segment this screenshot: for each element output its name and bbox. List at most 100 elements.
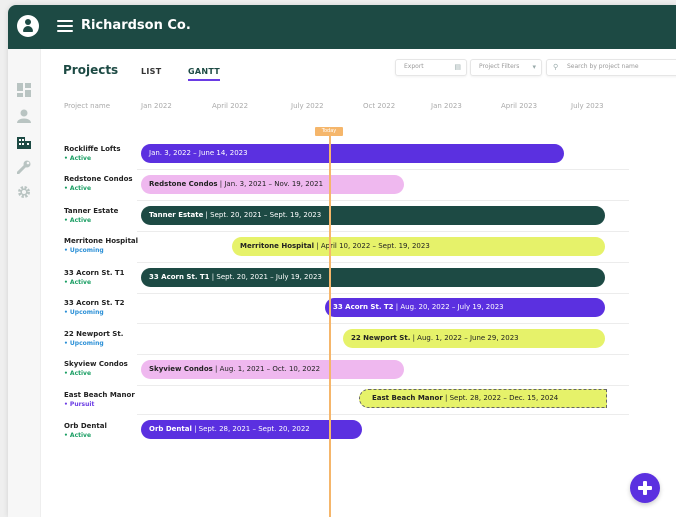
status-label: • Active: [64, 217, 92, 224]
project-filters-label: Project Filters: [479, 63, 520, 70]
app-window: Richardson Co. Projects LIST GANTT Expor…: [8, 5, 676, 517]
bar-project-name: 33 Acorn St. T2: [333, 303, 394, 311]
project-row-label[interactable]: Orb Dental • Active: [64, 422, 107, 439]
project-name: Tanner Estate: [64, 207, 119, 215]
gear-icon[interactable]: [17, 184, 31, 198]
project-row-label[interactable]: 33 Acorn St. T1 • Active: [64, 269, 125, 286]
user-icon[interactable]: [17, 108, 31, 123]
status-label: • Active: [64, 432, 92, 439]
project-filters-dropdown[interactable]: Project Filters ▾: [470, 59, 542, 76]
timeline-label: Oct 2022: [363, 102, 396, 110]
project-row-label[interactable]: East Beach Manor • Pursuit: [64, 391, 135, 408]
search-placeholder: Search by project name: [567, 63, 639, 70]
timeline-label: April 2022: [212, 102, 249, 110]
gantt-bar[interactable]: Tanner Estate | Sept. 20, 2021 – Sept. 1…: [141, 206, 605, 225]
status-label: • Upcoming: [64, 309, 104, 316]
gantt-bar[interactable]: Skyview Condos | Aug. 1, 2021 – Oct. 10,…: [141, 360, 404, 379]
timeline-label: Jan 2023: [431, 102, 462, 110]
tab-gantt[interactable]: GANTT: [188, 67, 221, 81]
bar-dates: | Aug. 1, 2021 – Oct. 10, 2022: [212, 365, 321, 373]
company-name: Richardson Co.: [81, 18, 191, 33]
dashboard-icon[interactable]: [17, 82, 31, 97]
timeline-label: July 2022: [291, 102, 324, 110]
menu-icon[interactable]: [57, 20, 73, 33]
project-row-label[interactable]: Redstone Condos • Active: [64, 175, 133, 192]
status-label: • Active: [64, 279, 92, 286]
project-name: East Beach Manor: [64, 391, 135, 399]
tab-list[interactable]: LIST: [141, 67, 162, 76]
gantt-bar[interactable]: 22 Newport St. | Aug. 1, 2022 – June 29,…: [343, 329, 605, 348]
project-row-label[interactable]: 33 Acorn St. T2 • Upcoming: [64, 299, 125, 316]
status-label: • Active: [64, 155, 92, 162]
page-toolbar: Projects LIST GANTT Export ▤ Project Fil…: [41, 49, 676, 91]
bar-dates: | Sept. 20, 2021 – Sept. 19, 2023: [203, 211, 322, 219]
project-name: 22 Newport St.: [64, 330, 124, 338]
bar-dates: | Sept. 28, 2022 – Dec. 15, 2024: [442, 394, 559, 402]
row-divider: [137, 414, 629, 415]
filter-icon: ▾: [532, 63, 536, 71]
project-row-label[interactable]: Tanner Estate • Active: [64, 207, 118, 224]
timeline-label: Jan 2022: [141, 102, 172, 110]
row-divider: [137, 354, 629, 355]
row-divider: [137, 262, 629, 263]
row-divider: [137, 169, 629, 170]
gantt-bar[interactable]: Jan. 3, 2022 – June 14, 2023: [141, 144, 564, 163]
row-divider: [137, 323, 629, 324]
project-row-label[interactable]: Merritone Hospital • Upcoming: [64, 237, 138, 254]
today-marker-label: Today: [315, 127, 343, 136]
document-icon: ▤: [454, 63, 461, 71]
bar-project-name: Merritone Hospital: [240, 242, 315, 250]
plus-icon-vertical: [643, 481, 647, 495]
company-logo-icon[interactable]: [17, 15, 39, 37]
status-label: • Active: [64, 185, 92, 192]
bar-dates: | April 10, 2022 – Sept. 19, 2023: [314, 242, 430, 250]
gantt-bar[interactable]: Merritone Hospital | April 10, 2022 – Se…: [232, 237, 605, 256]
search-icon: ⚲: [553, 63, 559, 71]
project-name: Redstone Condos: [64, 175, 133, 183]
bar-project-name: Redstone Condos: [149, 180, 218, 188]
row-divider: [137, 293, 629, 294]
export-button[interactable]: Export ▤: [395, 59, 467, 76]
bar-project-name: Orb Dental: [149, 425, 192, 433]
top-header: Richardson Co.: [8, 5, 676, 49]
project-name-column-header: Project name: [64, 102, 111, 110]
export-label: Export: [404, 63, 424, 70]
bar-project-name: 22 Newport St.: [351, 334, 411, 342]
row-divider: [137, 231, 629, 232]
row-divider: [137, 385, 629, 386]
building-icon[interactable]: [17, 134, 31, 149]
project-row-label[interactable]: Skyview Condos • Active: [64, 360, 128, 377]
wrench-icon[interactable]: [16, 159, 31, 175]
project-name: Skyview Condos: [64, 360, 128, 368]
bar-dates: Jan. 3, 2022 – June 14, 2023: [149, 149, 248, 157]
project-row-label[interactable]: Rockliffe Lofts • Active: [64, 145, 121, 162]
gantt-bar[interactable]: East Beach Manor | Sept. 28, 2022 – Dec.…: [359, 389, 607, 408]
bar-project-name: Tanner Estate: [149, 211, 204, 219]
timeline-label: April 2023: [501, 102, 538, 110]
today-marker-line: [329, 131, 331, 517]
bar-dates: | Jan. 3, 2021 – Nov. 19, 2021: [217, 180, 324, 188]
add-project-button[interactable]: [630, 473, 660, 503]
bar-project-name: 33 Acorn St. T1: [149, 273, 210, 281]
project-name: 33 Acorn St. T2: [64, 299, 125, 307]
status-label: • Pursuit: [64, 401, 95, 408]
search-input[interactable]: ⚲ Search by project name: [546, 59, 676, 76]
bar-dates: | Sept. 28, 2021 – Sept. 20, 2022: [191, 425, 310, 433]
gantt-bar[interactable]: Redstone Condos | Jan. 3, 2021 – Nov. 19…: [141, 175, 404, 194]
timeline-label: July 2023: [571, 102, 604, 110]
project-name: Orb Dental: [64, 422, 107, 430]
bar-project-name: East Beach Manor: [372, 394, 443, 402]
project-name: Merritone Hospital: [64, 237, 139, 245]
bar-project-name: Skyview Condos: [149, 365, 213, 373]
bar-dates: | Aug. 1, 2022 – June 29, 2023: [410, 334, 519, 342]
status-label: • Upcoming: [64, 340, 104, 347]
gantt-bar[interactable]: 33 Acorn St. T1 | Sept. 20, 2021 – July …: [141, 268, 605, 287]
gantt-bar[interactable]: 33 Acorn St. T2 | Aug. 20, 2022 – July 1…: [325, 298, 605, 317]
row-divider: [137, 200, 629, 201]
status-label: • Active: [64, 370, 92, 377]
gantt-view: Project name Jan 2022 April 2022 July 20…: [41, 91, 676, 517]
project-name: Rockliffe Lofts: [64, 145, 121, 153]
bar-dates: | Sept. 20, 2021 – July 19, 2023: [209, 273, 322, 281]
project-row-label[interactable]: 22 Newport St. • Upcoming: [64, 330, 123, 347]
sidebar: [8, 49, 41, 517]
